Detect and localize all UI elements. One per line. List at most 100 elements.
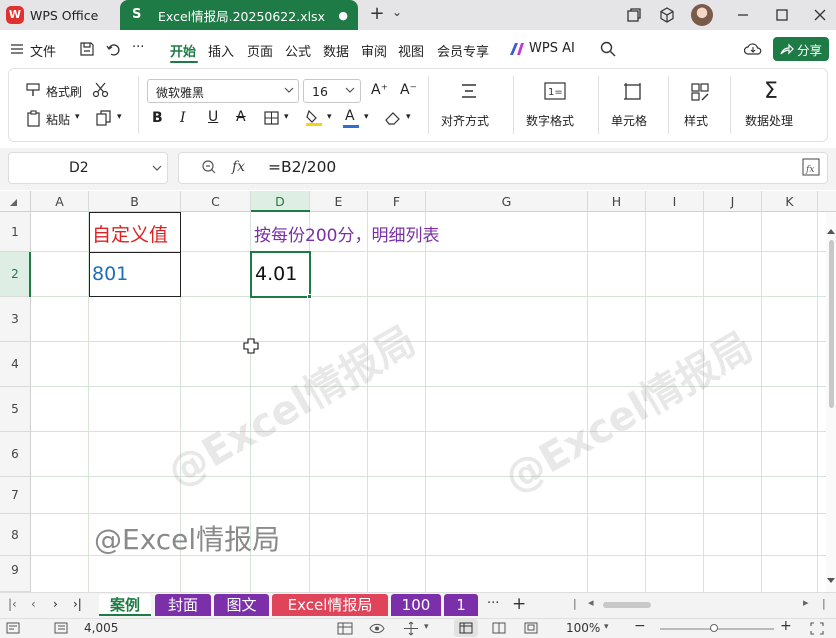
row-header-6[interactable]: 6 [0,432,31,477]
bold-icon[interactable]: B [152,110,163,126]
menu-review[interactable]: 审阅 [361,41,387,60]
cell-d2[interactable]: 4.01 [255,263,297,285]
menu-page[interactable]: 页面 [247,41,273,60]
menu-member[interactable]: 会员专享 [437,41,489,60]
cells-button[interactable]: 单元格 [611,112,647,129]
tab-splitter[interactable]: | [573,597,577,610]
list-icon[interactable] [54,622,68,634]
column-header-k[interactable]: K [762,191,818,212]
chevron-down-icon[interactable] [152,164,162,172]
paste-button[interactable]: 粘贴 [46,111,70,128]
sheet-tab-case[interactable]: 案例 [99,594,151,616]
tab-splitter[interactable]: | [822,597,826,610]
sheet-tab-excel-bureau[interactable]: Excel情报局 [272,594,388,616]
name-box[interactable]: D2 [8,152,168,184]
eraser-icon[interactable] [384,110,402,126]
copy-icon[interactable] [95,110,113,128]
menu-wps-ai[interactable]: WPS AI [529,41,575,56]
column-header-f[interactable]: F [368,191,426,212]
row-header-3[interactable]: 3 [0,297,31,342]
data-processing-button[interactable]: 数据处理 [745,112,793,129]
scroll-left-icon[interactable]: ◂ [588,596,594,609]
search-icon[interactable] [600,41,616,57]
next-sheet-icon[interactable]: › [53,597,58,611]
cell-b1[interactable]: 自定义值 [92,220,168,247]
zoom-level[interactable]: 100% [566,621,600,635]
last-sheet-icon[interactable]: ›| [73,597,82,611]
cell-d1[interactable]: 按每份200分，明细列表 [254,221,439,246]
copy-dropdown-icon[interactable]: ▾ [117,112,122,122]
select-all-corner[interactable] [0,191,31,212]
menu-file[interactable]: 文件 [30,41,56,60]
borders-dropdown-icon[interactable]: ▾ [284,112,289,122]
borders-icon[interactable] [264,111,280,125]
scroll-down-icon[interactable] [827,578,835,584]
fill-dropdown-icon[interactable]: ▾ [327,112,332,122]
page-layout-icon[interactable] [492,622,506,634]
cloud-sync-icon[interactable] [744,41,762,57]
row-header-4[interactable]: 4 [0,342,31,387]
add-sheet-button[interactable]: + [512,594,526,614]
clear-dropdown-icon[interactable]: ▾ [406,112,411,122]
fill-handle[interactable] [307,294,312,299]
menu-home[interactable]: 开始 [170,41,196,60]
cube-icon[interactable] [658,6,676,24]
sheet-tab-cover[interactable]: 封面 [155,594,211,616]
page-break-icon[interactable] [524,622,538,634]
zoom-slider-thumb[interactable] [710,624,718,632]
save-icon[interactable] [79,41,95,57]
row-header-8[interactable]: 8 [0,514,31,556]
column-header-j[interactable]: J [704,191,762,212]
column-header-i[interactable]: I [646,191,704,212]
zoom-dropdown-icon[interactable]: ▾ [604,622,609,632]
column-header-a[interactable]: A [31,191,89,212]
sheet-tab-100[interactable]: 100 [391,594,441,616]
format-painter-button[interactable]: 格式刷 [46,83,82,100]
new-tab-button[interactable]: + [366,3,388,24]
font-color-dropdown-icon[interactable]: ▾ [364,112,369,122]
styles-button[interactable]: 样式 [684,112,708,129]
cell-b2[interactable]: 801 [92,263,128,285]
menu-view[interactable]: 视图 [398,41,424,60]
scroll-up-icon[interactable] [827,228,835,234]
scroll-right-icon[interactable]: ▸ [803,596,809,609]
zoom-out-button[interactable]: − [634,618,646,634]
font-color-icon[interactable]: A [345,108,355,124]
avatar[interactable] [691,4,713,26]
close-icon[interactable] [813,8,827,22]
column-header-g[interactable]: G [426,191,588,212]
vertical-scroll-thumb[interactable] [829,240,834,408]
tab-home[interactable]: W WPS Office [6,2,98,28]
align-button[interactable]: 对齐方式 [441,112,489,129]
cut-icon[interactable] [92,82,110,98]
more-sheets-button[interactable]: ··· [487,596,499,611]
more-icon[interactable]: ··· [132,40,144,55]
fullscreen-icon[interactable] [810,622,824,635]
font-name-select[interactable]: 微软雅黑 [147,79,299,103]
sheet-tab-1[interactable]: 1 [444,594,478,616]
strikethrough-icon[interactable]: A [236,109,246,125]
hamburger-icon[interactable] [10,43,24,55]
eye-icon[interactable] [369,622,385,635]
prev-sheet-icon[interactable]: ‹ [31,597,36,611]
sheet-tab-image-text[interactable]: 图文 [214,594,269,616]
horizontal-scroll-thumb[interactable] [603,602,651,608]
number-format-button[interactable]: 数字格式 [526,112,574,129]
maximize-icon[interactable] [775,8,789,22]
first-sheet-icon[interactable]: |‹ [8,597,17,611]
menu-formula[interactable]: 公式 [285,41,311,60]
minimize-icon[interactable] [736,8,750,22]
fill-color-icon[interactable] [305,109,323,127]
move-icon[interactable] [403,621,419,636]
decrease-font-icon[interactable]: A⁻ [400,82,417,98]
tab-list-button[interactable]: ⌄ [386,5,408,25]
share-button[interactable]: 分享 [773,37,829,61]
row-header-5[interactable]: 5 [0,387,31,432]
paste-dropdown-icon[interactable]: ▾ [75,112,80,122]
underline-icon[interactable]: U [208,109,218,125]
row-header-7[interactable]: 7 [0,477,31,514]
table-view-icon[interactable] [337,622,353,635]
column-header-b[interactable]: B [89,191,181,212]
move-dropdown-icon[interactable]: ▾ [424,622,429,632]
italic-icon[interactable]: I [180,110,186,126]
